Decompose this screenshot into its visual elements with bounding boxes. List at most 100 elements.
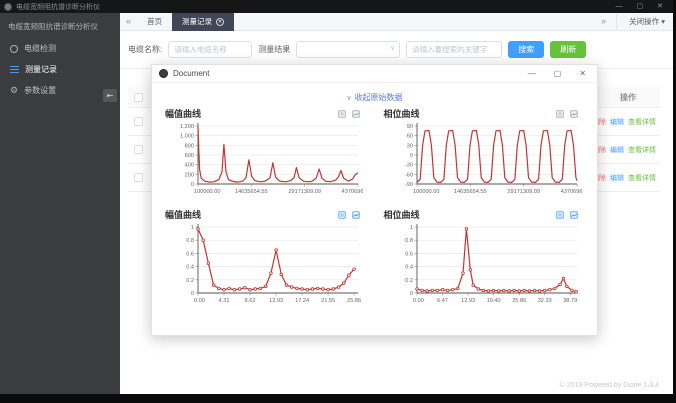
svg-text:0: 0 [191, 182, 194, 188]
sidebar-collapse-icon[interactable]: ⇤ [103, 89, 117, 102]
svg-text:12.93: 12.93 [269, 298, 283, 304]
curves-dialog: Document — ▢ ✕ ∨ 收起原始数据 幅值曲线 0 200 400 6… [151, 64, 598, 336]
row-checkbox[interactable] [134, 173, 143, 182]
svg-text:0.4: 0.4 [405, 265, 413, 271]
save-image-icon[interactable] [351, 109, 360, 118]
dialog-logo-icon [159, 69, 168, 78]
close-operations-dropdown[interactable]: 关闭操作 ▾ [621, 16, 673, 27]
edit-link[interactable]: 编辑 [610, 117, 624, 127]
chart-amplitude-distance: 幅值曲线 0 0.2 0.4 0.6 0.8 1 0.00 4.31 8.62 12.93 17.2… [165, 208, 366, 311]
data-view-icon[interactable] [337, 109, 346, 118]
caret-down-icon: ▾ [661, 17, 665, 26]
save-image-icon[interactable] [570, 210, 578, 219]
app-logo-icon [4, 2, 12, 11]
keyword-input[interactable] [406, 41, 503, 58]
svg-text:90: 90 [406, 124, 412, 130]
svg-text:0.2: 0.2 [186, 278, 194, 284]
minimize-icon[interactable]: — [616, 3, 623, 10]
chart-title: 幅值曲线 [165, 109, 202, 119]
svg-text:14635654.55: 14635654.55 [235, 189, 268, 195]
svg-text:1: 1 [191, 225, 194, 231]
svg-text:100000.00: 100000.00 [413, 189, 439, 195]
svg-text:0.2: 0.2 [405, 278, 413, 284]
os-titlebar: 电缆宽频阻抗谱诊断分析仪 — ▢ ✕ [0, 0, 673, 13]
gear-icon: ⚙ [10, 85, 19, 95]
svg-text:17.24: 17.24 [295, 298, 309, 304]
svg-text:43706963.64: 43706963.64 [342, 189, 363, 195]
refresh-button[interactable]: 刷新 [550, 41, 587, 58]
chart-amplitude-frequency: 幅值曲线 0 200 400 600 800 1,000 1,200 100000.00 146… [165, 107, 374, 202]
dialog-title: Document [173, 69, 210, 78]
view-detail-link[interactable]: 查看详情 [628, 173, 656, 183]
svg-text:25.86: 25.86 [512, 298, 526, 304]
tab-measure-records[interactable]: 测量记录 ✕ [172, 12, 235, 31]
save-image-icon[interactable] [351, 210, 360, 219]
svg-text:25.86: 25.86 [347, 298, 361, 304]
charts-grid: 幅值曲线 0 200 400 600 800 1,000 1,200 100000.00 146… [165, 107, 593, 311]
sidebar: 电缆宽频阻抗谱诊断分析仪 电缆检测 测量记录 ⚙ 参数设置 ⇤ [0, 13, 120, 394]
svg-text:0: 0 [409, 153, 412, 159]
svg-text:100000.00: 100000.00 [194, 189, 220, 195]
tabs-scroll-right-icon[interactable]: » [595, 17, 612, 26]
dialog-maximize-icon[interactable]: ▢ [554, 69, 562, 78]
maximize-icon[interactable]: ▢ [637, 3, 644, 10]
row-checkbox[interactable] [134, 145, 143, 154]
cable-detect-icon [10, 44, 18, 53]
tab-close-icon[interactable]: ✕ [216, 17, 225, 26]
svg-text:0: 0 [191, 291, 194, 297]
cable-name-input[interactable] [168, 41, 253, 58]
sidebar-item-measure-records[interactable]: 测量记录 [0, 59, 120, 80]
chart-phase-distance: 相位曲线 0 0.2 0.4 0.6 0.8 1 0.00 6.47 12.93 19.40 25.… [384, 208, 585, 311]
close-icon[interactable]: ✕ [657, 3, 663, 10]
save-image-icon[interactable] [570, 109, 578, 118]
edit-link[interactable]: 编辑 [610, 145, 624, 155]
operations-column-header: 操作 [620, 92, 636, 102]
window-title: 电缆宽频阻抗谱诊断分析仪 [16, 3, 100, 11]
select-all-checkbox[interactable] [134, 92, 143, 102]
svg-text:0.00: 0.00 [194, 298, 205, 304]
collapse-link-label: 收起原始数据 [354, 93, 403, 102]
measure-result-select[interactable]: ∨ [296, 41, 401, 58]
row-checkbox[interactable] [134, 117, 143, 126]
svg-text:0.8: 0.8 [405, 238, 413, 244]
sidebar-item-cable-detect[interactable]: 电缆检测 [0, 38, 120, 59]
data-view-icon[interactable] [337, 210, 346, 219]
svg-text:60: 60 [406, 134, 412, 140]
tab-bar: « 首页 测量记录 ✕ » 关闭操作 ▾ [120, 12, 673, 31]
cable-name-label: 电缆名称: [128, 45, 163, 54]
dialog-minimize-icon[interactable]: — [528, 69, 536, 78]
svg-text:4.31: 4.31 [219, 298, 230, 304]
list-icon [10, 65, 19, 74]
svg-text:29171309.09: 29171309.09 [288, 189, 321, 195]
dialog-titlebar[interactable]: Document — ▢ ✕ [152, 65, 597, 83]
data-view-icon[interactable] [556, 210, 564, 219]
tab-home[interactable]: 首页 [137, 13, 172, 31]
svg-text:800: 800 [185, 143, 194, 149]
chart-title: 相位曲线 [383, 210, 420, 220]
svg-text:21.55: 21.55 [321, 298, 335, 304]
chart-plot: 0 200 400 600 800 1,000 1,200 100000.00 14635654… [180, 123, 374, 195]
chart-title: 相位曲线 [383, 109, 420, 119]
svg-text:0.00: 0.00 [413, 298, 424, 304]
tabs-scroll-left-icon[interactable]: « [120, 17, 137, 26]
collapse-raw-data-link[interactable]: ∨ 收起原始数据 [346, 93, 402, 102]
chart-phase-frequency: 相位曲线 -90 -60 -30 0 30 60 90 100000.00 14635654.5… [383, 107, 593, 202]
edit-link[interactable]: 编辑 [610, 173, 624, 183]
search-button[interactable]: 搜索 [508, 41, 545, 58]
svg-text:0.4: 0.4 [186, 265, 194, 271]
svg-text:-90: -90 [404, 182, 412, 188]
svg-text:1,000: 1,000 [180, 134, 194, 140]
sidebar-item-label: 测量记录 [25, 65, 57, 74]
view-detail-link[interactable]: 查看详情 [628, 145, 656, 155]
view-detail-link[interactable]: 查看详情 [628, 117, 656, 127]
data-view-icon[interactable] [556, 109, 564, 118]
chevron-down-icon: ∨ [346, 95, 352, 102]
dialog-close-icon[interactable]: ✕ [579, 69, 586, 78]
sidebar-item-label: 电缆检测 [24, 44, 56, 53]
tab-label: 测量记录 [182, 16, 213, 26]
svg-text:19.40: 19.40 [486, 298, 500, 304]
svg-text:29171309.09: 29171309.09 [507, 189, 540, 195]
sidebar-item-settings[interactable]: ⚙ 参数设置 [0, 80, 120, 101]
svg-text:0.6: 0.6 [405, 251, 413, 257]
svg-text:0: 0 [409, 291, 412, 297]
